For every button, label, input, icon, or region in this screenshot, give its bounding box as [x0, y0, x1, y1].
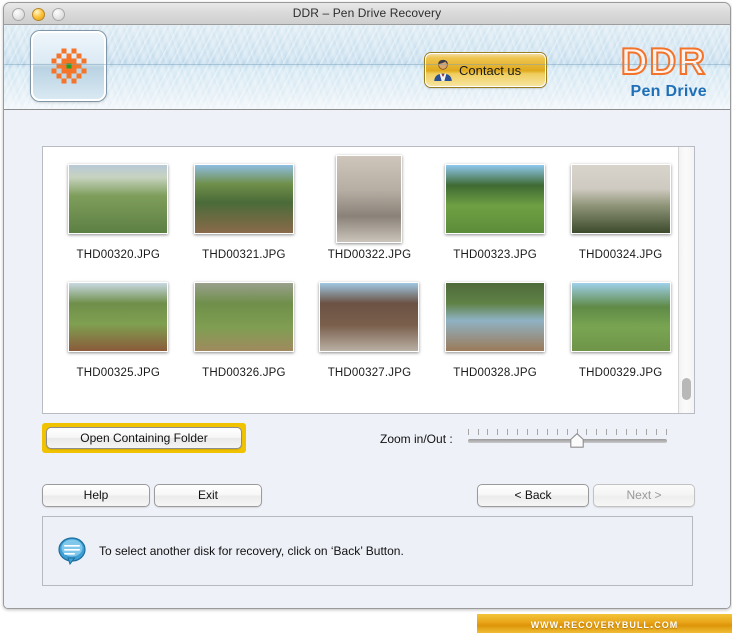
thumbnail-grid: THD00320.JPG THD00321.JPG THD00322.JPG THD0…	[43, 147, 679, 413]
thumbnail-frame	[60, 155, 177, 243]
open-folder-focus-ring: Open Containing Folder	[42, 423, 246, 453]
status-message: To select another disk for recovery, cli…	[99, 544, 404, 558]
thumbnail-item[interactable]: THD00323.JPG	[437, 155, 554, 261]
thumbnail-image[interactable]	[570, 164, 671, 234]
open-containing-folder-button[interactable]: Open Containing Folder	[46, 427, 242, 449]
thumbnail-frame	[186, 155, 303, 243]
thumbnail-item[interactable]: THD00326.JPG	[186, 273, 303, 379]
window-title: DDR – Pen Drive Recovery	[292, 6, 442, 20]
zoom-slider[interactable]	[467, 429, 667, 449]
zoom-slider-track[interactable]	[467, 439, 667, 443]
thumbnail-filename: THD00326.JPG	[202, 367, 286, 379]
thumbnail-image[interactable]	[68, 164, 169, 234]
person-avatar-icon	[434, 59, 452, 81]
thumbnail-item[interactable]: THD00321.JPG	[186, 155, 303, 261]
thumbnail-frame	[437, 155, 554, 243]
thumbnail-panel: THD00320.JPG THD00321.JPG THD00322.JPG THD0…	[42, 146, 695, 414]
zoom-control: Zoom in/Out :	[380, 429, 667, 449]
thumbnail-filename: THD00329.JPG	[578, 367, 663, 379]
zoom-label: Zoom in/Out :	[380, 432, 453, 446]
thumbnail-frame	[311, 273, 428, 361]
thumbnail-image[interactable]	[336, 155, 403, 243]
main-content: THD00320.JPG THD00321.JPG THD00322.JPG THD0…	[4, 110, 730, 608]
thumbnail-image[interactable]	[319, 282, 420, 352]
scrollbar-thumb[interactable]	[682, 378, 691, 400]
thumbnail-image[interactable]	[445, 282, 546, 352]
thumbnail-filename: THD00327.JPG	[327, 367, 412, 379]
contact-us-label: Contact us	[459, 62, 522, 78]
next-button: Next >	[593, 484, 695, 507]
zoom-slider-ticks	[467, 429, 667, 435]
watermark-text: www.recoverybull.com	[530, 616, 679, 631]
ddr-checker-logo-icon	[51, 48, 86, 84]
thumbnail-image[interactable]	[445, 164, 546, 234]
brand-subtitle: Pen Drive	[630, 83, 707, 100]
thumbnail-frame	[186, 273, 303, 361]
thumbnail-filename: THD00323.JPG	[453, 249, 537, 261]
thumbnail-frame	[562, 273, 679, 361]
thumbnail-image[interactable]	[68, 282, 169, 352]
thumbnail-image[interactable]	[570, 282, 671, 352]
app-root: DDR – Pen Drive Recovery Contact us DDR …	[0, 0, 732, 637]
window-titlebar: DDR – Pen Drive Recovery	[4, 3, 730, 25]
thumbnail-item[interactable]: THD00324.JPG	[562, 155, 679, 261]
brand-title: DDR	[620, 41, 707, 82]
thumbnail-row: THD00325.JPG THD00326.JPG THD00327.JPG THD0…	[43, 273, 679, 391]
thumbnail-frame	[311, 155, 428, 243]
help-button[interactable]: Help	[42, 484, 150, 507]
vertical-scrollbar[interactable]	[678, 147, 694, 413]
thumbnail-filename: THD00320.JPG	[76, 249, 161, 261]
thumbnail-filename: THD00325.JPG	[76, 367, 161, 379]
contact-us-button[interactable]: Contact us	[425, 53, 546, 87]
application-window: DDR – Pen Drive Recovery Contact us DDR …	[3, 2, 731, 609]
thumbnail-row: THD00320.JPG THD00321.JPG THD00322.JPG THD0…	[43, 155, 679, 273]
thumbnail-item[interactable]: THD00325.JPG	[60, 273, 177, 379]
header-banner: Contact us DDR Pen Drive	[4, 25, 730, 110]
thumbnail-item[interactable]: THD00329.JPG	[562, 273, 679, 379]
exit-button[interactable]: Exit	[154, 484, 262, 507]
thumbnail-filename: THD00324.JPG	[578, 249, 663, 261]
thumbnail-filename: THD00328.JPG	[453, 367, 537, 379]
thumbnail-frame	[60, 273, 177, 361]
thumbnail-filename: THD00322.JPG	[327, 249, 412, 261]
thumbnail-image[interactable]	[193, 164, 294, 234]
thumbnail-frame	[562, 155, 679, 243]
watermark-banner: www.recoverybull.com	[477, 614, 732, 633]
status-panel: To select another disk for recovery, cli…	[42, 516, 693, 586]
speech-bubble-icon	[58, 537, 86, 566]
thumbnail-item[interactable]: THD00322.JPG	[311, 155, 428, 261]
app-logo-tile	[31, 31, 106, 101]
thumbnail-item[interactable]: THD00320.JPG	[60, 155, 177, 261]
zoom-slider-thumb[interactable]	[570, 433, 584, 448]
back-button[interactable]: < Back	[477, 484, 589, 507]
thumbnail-item[interactable]: THD00327.JPG	[311, 273, 428, 379]
thumbnail-filename: THD00321.JPG	[202, 249, 286, 261]
thumbnail-frame	[437, 273, 554, 361]
brand-logo: DDR Pen Drive	[620, 41, 707, 101]
thumbnail-image[interactable]	[193, 282, 294, 352]
thumbnail-item[interactable]: THD00328.JPG	[437, 273, 554, 379]
